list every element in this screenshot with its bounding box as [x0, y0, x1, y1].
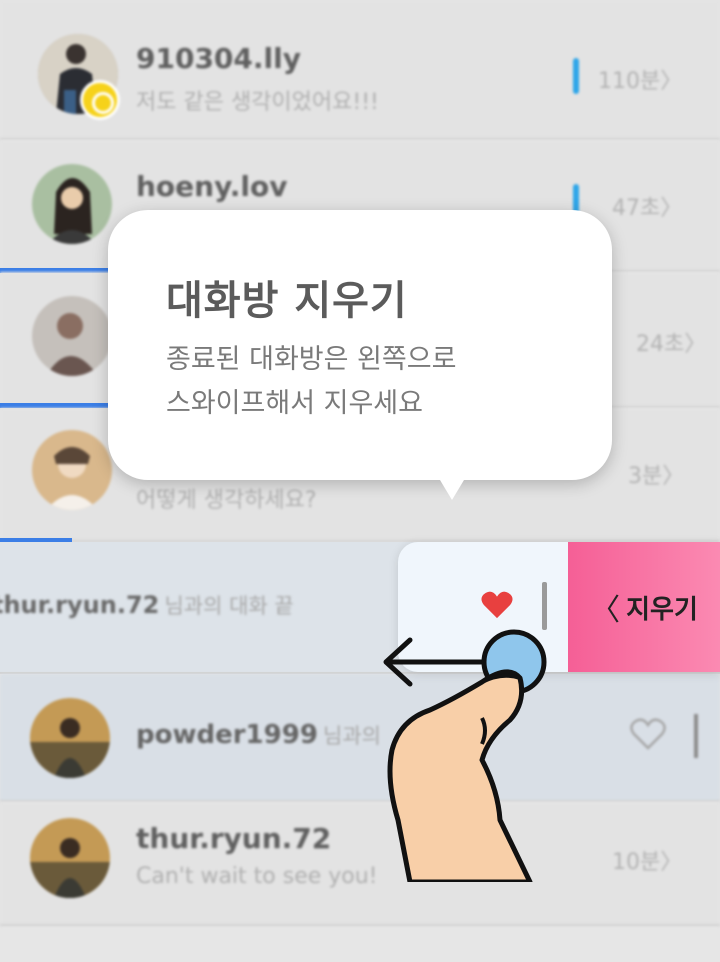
username: 910304.lly: [136, 42, 301, 75]
tooltip-body: 종료된 대화방은 왼쪽으로 스와이프해서 지우세요: [166, 338, 456, 426]
tooltip-bubble: 대화방 지우기 종료된 대화방은 왼쪽으로 스와이프해서 지우세요: [108, 210, 612, 480]
unread-indicator: [573, 58, 579, 94]
timestamp: 10분〉: [612, 850, 683, 875]
chat-title: powder1999 님과의: [136, 720, 381, 750]
timestamp: 3분〉: [628, 464, 685, 489]
tooltip-title: 대화방 지우기: [166, 278, 408, 324]
username: hoeny.lov: [136, 170, 288, 203]
chat-row[interactable]: powder1999 님과의: [0, 674, 720, 802]
avatar: [32, 164, 112, 244]
chat-list: 910304.lly 저도 같은 생각이었어요!!! 110분〉 hoeny.l…: [0, 0, 720, 962]
avatar: [30, 698, 110, 778]
last-message: 저도 같은 생각이었어요!!!: [136, 90, 379, 115]
tooltip-line: 스와이프해서 지우세요: [166, 388, 423, 419]
chat-row[interactable]: 910304.lly 저도 같은 생각이었어요!!! 110분〉: [0, 0, 720, 140]
ended-chat-text: thur.ryun.72 님과의 대화 끝: [0, 591, 294, 619]
avatar: [32, 430, 112, 510]
verified-badge-icon: [80, 80, 120, 120]
username: thur.ryun.72: [136, 822, 332, 855]
tooltip-line: 종료된 대화방은 왼쪽으로: [166, 344, 457, 375]
timestamp: 24초〉: [636, 332, 707, 357]
timestamp: 110분〉: [598, 69, 683, 94]
timestamp: 47초〉: [612, 196, 683, 221]
chevron-left-icon: 〈: [590, 593, 621, 628]
avatar: [30, 818, 110, 898]
last-message: Can't wait to see you!: [136, 864, 378, 889]
last-message: 어떻게 생각하세요?: [136, 488, 317, 513]
tooltip-tail: [434, 470, 470, 500]
delete-button[interactable]: 〈 지우기: [568, 542, 720, 672]
avatar: [32, 296, 112, 376]
divider: [694, 714, 698, 758]
delete-label: 지우기: [626, 594, 698, 625]
chat-row[interactable]: thur.ryun.72 Can't wait to see you! 10분〉: [0, 802, 720, 926]
heart-outline-icon[interactable]: [630, 718, 666, 754]
heart-filled-icon[interactable]: [480, 590, 514, 624]
swipe-gesture-icon: [383, 629, 547, 882]
